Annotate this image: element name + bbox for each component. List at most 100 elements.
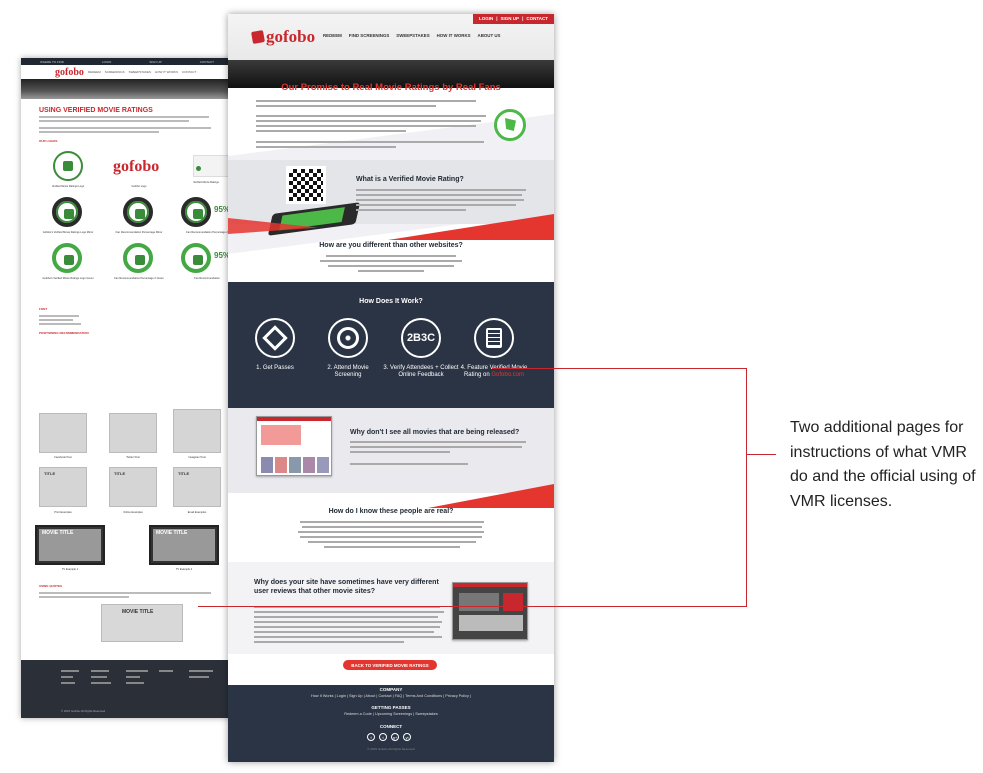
- gofobo-mark-icon: [251, 30, 265, 44]
- reviews-title: Why does your site have sometimes have v…: [254, 579, 439, 595]
- section-heading: USING QUOTES: [39, 584, 63, 588]
- text-line: [39, 319, 73, 321]
- back-nav-item[interactable]: REDEEM: [88, 70, 101, 74]
- film-reel-icon: [328, 318, 368, 358]
- gofobo-link[interactable]: Gofobo.com: [491, 372, 524, 378]
- thumb-caption: Email Examples: [187, 511, 207, 514]
- facebook-icon[interactable]: f: [367, 733, 375, 741]
- back-topbar-item[interactable]: SIGN UP: [149, 60, 161, 64]
- footer-company-links[interactable]: How It Works | Login | Sign Up | About |…: [228, 694, 554, 698]
- text-line: [254, 636, 442, 638]
- text-line: [298, 531, 484, 533]
- menu-item-sweepstakes[interactable]: SWEEPSTAKES: [396, 33, 429, 38]
- text-line: [358, 270, 424, 272]
- using-quotes-section: USING QUOTES MOVIE TITLE: [21, 578, 233, 642]
- back-topbar-item[interactable]: WHERE TO FIND: [40, 60, 64, 64]
- text-line: [356, 199, 524, 201]
- front-logo-text: gofobo: [266, 27, 316, 46]
- logo-caption: Fan Recommendation: [194, 277, 220, 280]
- front-logo[interactable]: gofobo: [251, 27, 316, 47]
- thumb-title: TITLE: [178, 471, 190, 476]
- menu-item-redeem[interactable]: REDEEM: [323, 33, 342, 38]
- thumb-caption: TV Example 2: [175, 568, 193, 571]
- back-nav-item[interactable]: CONTACT: [182, 70, 196, 74]
- footer-company-heading: COMPANY: [379, 687, 403, 692]
- front-header: LOGIN | SIGN UP | CONTACT gofobo REDEEM FI…: [228, 14, 554, 88]
- text-line: [302, 526, 482, 528]
- text-line: [356, 209, 466, 211]
- callout-bracket-line: [746, 368, 747, 607]
- signup-link[interactable]: SIGN UP: [501, 16, 520, 22]
- thumb-caption: Print Examples: [54, 511, 72, 514]
- callout-pointer-line: [746, 454, 776, 455]
- text-line: [256, 130, 406, 132]
- login-link[interactable]: LOGIN: [479, 16, 493, 22]
- back-nav-item[interactable]: HOW IT WORKS: [155, 70, 178, 74]
- fan-percentage-badge-icon: [181, 197, 211, 227]
- different-title: How are you different than other website…: [319, 242, 463, 249]
- text-line: [300, 536, 482, 538]
- text-line: [256, 120, 481, 122]
- contact-link[interactable]: CONTACT: [526, 16, 548, 22]
- thumb-caption: Twitter Post: [126, 456, 140, 459]
- thumb-caption: Facebook Post: [54, 456, 72, 459]
- footer-connect-heading: CONNECT: [379, 724, 403, 729]
- text-line: [39, 592, 211, 594]
- text-line: [326, 255, 456, 257]
- footer-passes-links[interactable]: Redeem a Code | Upcoming Screenings | Sw…: [228, 712, 554, 716]
- text-line: [308, 541, 476, 543]
- twitter-icon[interactable]: t: [379, 733, 387, 741]
- section-heading: POSITIONING RECOMMENDATION: [39, 331, 89, 335]
- back-nav-item[interactable]: SCREENINGS: [105, 70, 125, 74]
- back-banner: [21, 79, 233, 99]
- logo-caption: Gofobo's Verified Movie Ratings Logo Gre…: [42, 277, 94, 280]
- text-line: [39, 596, 129, 598]
- why-title: Why don't I see all movies that are bein…: [350, 429, 520, 436]
- text-line: [356, 194, 522, 196]
- menu-item-find-screenings[interactable]: FIND SCREENINGS: [349, 33, 390, 38]
- text-line: [256, 125, 476, 127]
- thumb-caption: Instagram Post: [188, 456, 206, 459]
- step-label: 3. Verify Attendees + Collect Online Fee…: [383, 365, 459, 378]
- menu-item-how-it-works[interactable]: HOW IT WORKS: [437, 33, 471, 38]
- text-line: [256, 115, 486, 117]
- back-nav-item[interactable]: SWEEPSTAKES: [129, 70, 151, 74]
- back-topbar: WHERE TO FIND LOGIN SIGN UP CONTACT: [21, 58, 233, 65]
- qr-code-icon: [286, 166, 326, 204]
- logo-caption: Verified Movie Ratings Logo: [51, 185, 85, 188]
- back-nav: gofobo REDEEM SCREENINGS SWEEPSTAKES HOW…: [21, 65, 233, 79]
- quote-movie-title: MOVIE TITLE: [122, 609, 154, 615]
- thumb-title: TITLE: [44, 471, 56, 476]
- text-line: [256, 141, 484, 143]
- section-heading: OUR LOGOS: [39, 139, 58, 143]
- back-topbar-item[interactable]: CONTACT: [200, 60, 214, 64]
- reviews-screenshot-thumb: [452, 582, 528, 640]
- text-line: [356, 189, 526, 191]
- text-line: [254, 626, 440, 628]
- youtube-icon[interactable]: yt: [403, 733, 411, 741]
- text-line: [350, 441, 526, 443]
- text-line: [254, 641, 404, 643]
- google-plus-icon[interactable]: g+: [391, 733, 399, 741]
- vmr-minor-badge-icon: [52, 197, 82, 227]
- what-title: What is a Verified Movie Rating?: [356, 176, 464, 183]
- menu-item-about-us[interactable]: ABOUT US: [478, 33, 501, 38]
- back-to-vmr-button[interactable]: BACK TO VERIFIED MOVIE RATINGS: [343, 660, 437, 670]
- back-topbar-item[interactable]: LOGIN: [102, 60, 111, 64]
- instagram-post-thumb: [173, 409, 221, 453]
- fan-percentage-green-badge-icon: [123, 243, 153, 273]
- gofobo-logo: gofobo: [113, 158, 160, 175]
- back-logo[interactable]: gofobo: [55, 67, 84, 78]
- text-line: [356, 204, 516, 206]
- vmr-green-badge-icon: [52, 243, 82, 273]
- vmr-usage-page-screenshot: WHERE TO FIND LOGIN SIGN UP CONTACT gofo…: [21, 58, 233, 718]
- text-line: [256, 105, 436, 107]
- logos-grid: Verified Movie Ratings Logo gofobo Gofob…: [21, 145, 233, 305]
- quote-example-thumb: MOVIE TITLE: [101, 604, 183, 642]
- tv-movie-title: MOVIE TITLE: [42, 530, 74, 536]
- how-it-works-section: How Does It Work? 1. Get Passes 2. Atten…: [228, 282, 554, 408]
- text-line: [350, 463, 468, 465]
- text-line: [39, 127, 211, 129]
- text-line: [39, 120, 189, 122]
- step-label: 2. Attend Movie Screening: [327, 365, 369, 378]
